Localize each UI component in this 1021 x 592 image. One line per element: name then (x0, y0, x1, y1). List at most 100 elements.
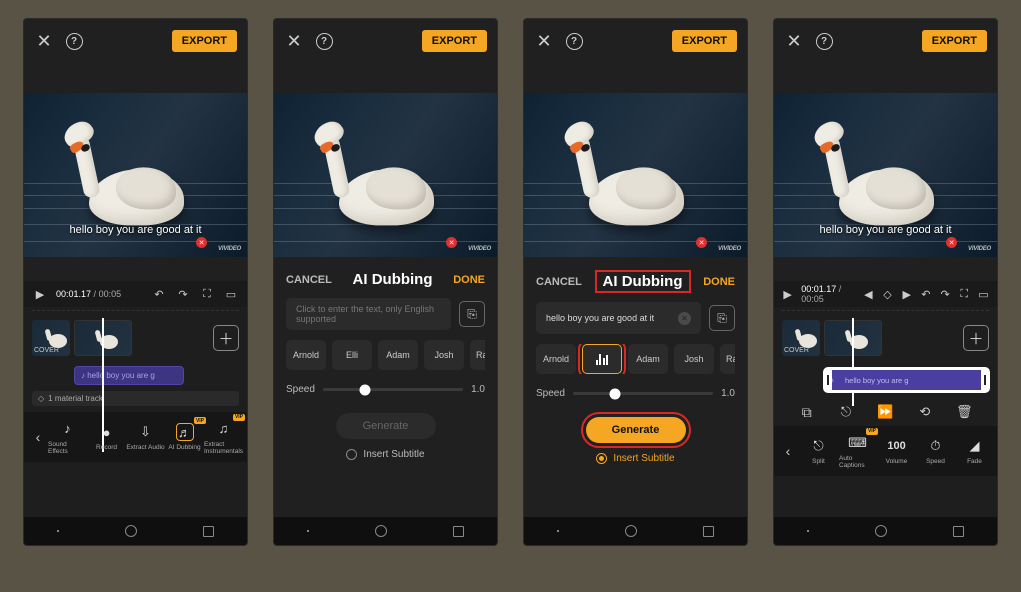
delete-icon[interactable]: 🗑 (956, 404, 972, 420)
insert-subtitle-toggle[interactable]: Insert Subtitle (286, 449, 485, 460)
speed-slider[interactable] (573, 392, 713, 395)
nav-home-icon[interactable] (625, 525, 637, 537)
tool-extract-instrumentals[interactable]: VIP♫Extract Instrumentals (204, 420, 243, 455)
fullscreen-icon[interactable]: ⛶ (199, 286, 215, 302)
nav-recent-icon[interactable] (203, 526, 214, 537)
voice-adam[interactable]: Adam (628, 344, 668, 374)
toolbar-back-icon[interactable]: ‹ (778, 443, 798, 459)
export-button[interactable]: EXPORT (922, 30, 987, 52)
play-icon[interactable]: ▶ (782, 286, 793, 302)
voice-elli[interactable]: Elli (332, 340, 372, 370)
nav-recent-icon[interactable] (453, 526, 464, 537)
nav-back-icon[interactable] (307, 530, 309, 532)
help-icon[interactable]: ? (564, 31, 584, 51)
cancel-button[interactable]: CANCEL (536, 276, 582, 288)
undo-icon[interactable]: ↶ (151, 286, 167, 302)
nav-back-icon[interactable] (807, 530, 809, 532)
timeline[interactable]: COVER ＋ (24, 314, 247, 362)
clip-trim-right[interactable] (981, 368, 989, 392)
clear-text-icon[interactable]: ✕ (678, 312, 691, 325)
speed-slider[interactable] (323, 388, 463, 391)
slider-thumb[interactable] (359, 384, 370, 395)
nav-home-icon[interactable] (875, 525, 887, 537)
help-icon[interactable]: ? (314, 31, 334, 51)
nav-back-icon[interactable] (557, 530, 559, 532)
speed-quick-icon[interactable]: ⏩ (877, 404, 893, 420)
video-preview[interactable]: hello boy you are good at it ✕ VIVIDEO (24, 93, 247, 257)
clip-trim-left[interactable] (824, 368, 832, 392)
video-preview[interactable]: ✕ VIVIDEO (274, 93, 497, 257)
material-track-row[interactable]: ◇ 1 material track (32, 391, 239, 406)
tool-auto-captions[interactable]: VIP⌨Auto Captions (839, 434, 876, 469)
tool-speed[interactable]: ⏱Speed (917, 437, 954, 465)
split-quick-icon[interactable]: ⎋ (838, 404, 854, 420)
nav-home-icon[interactable] (375, 525, 387, 537)
selected-audio-clip[interactable]: ♪ hello boy you are g (824, 368, 989, 392)
redo-icon[interactable]: ↷ (939, 286, 950, 302)
panel-icon[interactable]: ▭ (223, 286, 239, 302)
help-icon[interactable]: ? (814, 31, 834, 51)
dubbing-text-input[interactable]: hello boy you are good at it ✕ (536, 302, 701, 334)
redo-icon[interactable]: ↷ (175, 286, 191, 302)
generate-button[interactable]: Generate (336, 413, 436, 439)
remove-watermark-icon[interactable]: ✕ (196, 237, 207, 248)
close-icon[interactable]: ✕ (284, 31, 304, 51)
keyframe-add-icon[interactable]: ◇ (882, 286, 893, 302)
close-icon[interactable]: ✕ (784, 31, 804, 51)
cover-thumb[interactable]: COVER (32, 320, 70, 356)
reverse-icon[interactable]: ⟲ (917, 404, 933, 420)
voice-rachel[interactable]: Rachel (720, 344, 735, 374)
cover-thumb[interactable]: COVER (782, 320, 820, 356)
tool-fade[interactable]: ◢Fade (956, 437, 993, 465)
dubbing-text-input[interactable]: Click to enter the text, only English su… (286, 298, 451, 330)
undo-icon[interactable]: ↶ (920, 286, 931, 302)
export-button[interactable]: EXPORT (672, 30, 737, 52)
panel-icon[interactable]: ▭ (978, 286, 989, 302)
voice-adam[interactable]: Adam (378, 340, 418, 370)
add-clip-button[interactable]: ＋ (963, 325, 989, 351)
cancel-button[interactable]: CANCEL (286, 274, 332, 286)
voice-rachel[interactable]: Rachel (470, 340, 485, 370)
save-preset-icon[interactable]: ⎘ (459, 301, 485, 327)
export-button[interactable]: EXPORT (422, 30, 487, 52)
voice-playing[interactable] (582, 344, 622, 374)
remove-watermark-icon[interactable]: ✕ (446, 237, 457, 248)
nav-recent-icon[interactable] (703, 526, 714, 537)
ai-dub-audio-pill[interactable]: ♪ hello boy you are g (74, 366, 184, 385)
nav-home-icon[interactable] (125, 525, 137, 537)
toolbar-back-icon[interactable]: ‹ (28, 429, 48, 445)
nav-back-icon[interactable] (57, 530, 59, 532)
copy-icon[interactable]: ⧉ (799, 404, 815, 420)
fullscreen-icon[interactable]: ⛶ (959, 286, 970, 302)
tool-split[interactable]: ⎋Split (800, 437, 837, 465)
tool-record[interactable]: ●Record (87, 423, 126, 451)
tool-sound-effects[interactable]: ♪Sound Effects (48, 420, 87, 455)
done-button[interactable]: DONE (453, 274, 485, 286)
playhead[interactable] (852, 318, 854, 406)
voice-josh[interactable]: Josh (424, 340, 464, 370)
remove-watermark-icon[interactable]: ✕ (946, 237, 957, 248)
play-icon[interactable]: ▶ (32, 286, 48, 302)
generate-button[interactable]: Generate (586, 417, 686, 443)
slider-thumb[interactable] (609, 388, 620, 399)
done-button[interactable]: DONE (703, 276, 735, 288)
voice-arnold[interactable]: Arnold (536, 344, 576, 374)
add-clip-button[interactable]: ＋ (213, 325, 239, 351)
voice-josh[interactable]: Josh (674, 344, 714, 374)
export-button[interactable]: EXPORT (172, 30, 237, 52)
help-icon[interactable]: ? (64, 31, 84, 51)
insert-subtitle-toggle[interactable]: Insert Subtitle (536, 453, 735, 464)
keyframe-prev-icon[interactable]: ◀ (863, 286, 874, 302)
voice-arnold[interactable]: Arnold (286, 340, 326, 370)
tool-extract-audio[interactable]: ⇩Extract Audio (126, 423, 165, 451)
tool-ai-dubbing[interactable]: VIP♬AI Dubbing (165, 423, 204, 451)
timeline[interactable]: COVER ＋ (774, 314, 997, 362)
keyframe-next-icon[interactable]: ▶ (901, 286, 912, 302)
tool-volume[interactable]: 100Volume (878, 437, 915, 465)
remove-watermark-icon[interactable]: ✕ (696, 237, 707, 248)
close-icon[interactable]: ✕ (534, 31, 554, 51)
video-preview[interactable]: ✕ VIVIDEO (524, 93, 747, 257)
video-preview[interactable]: hello boy you are good at it ✕ VIVIDEO (774, 93, 997, 257)
nav-recent-icon[interactable] (953, 526, 964, 537)
save-preset-icon[interactable]: ⎘ (709, 305, 735, 331)
